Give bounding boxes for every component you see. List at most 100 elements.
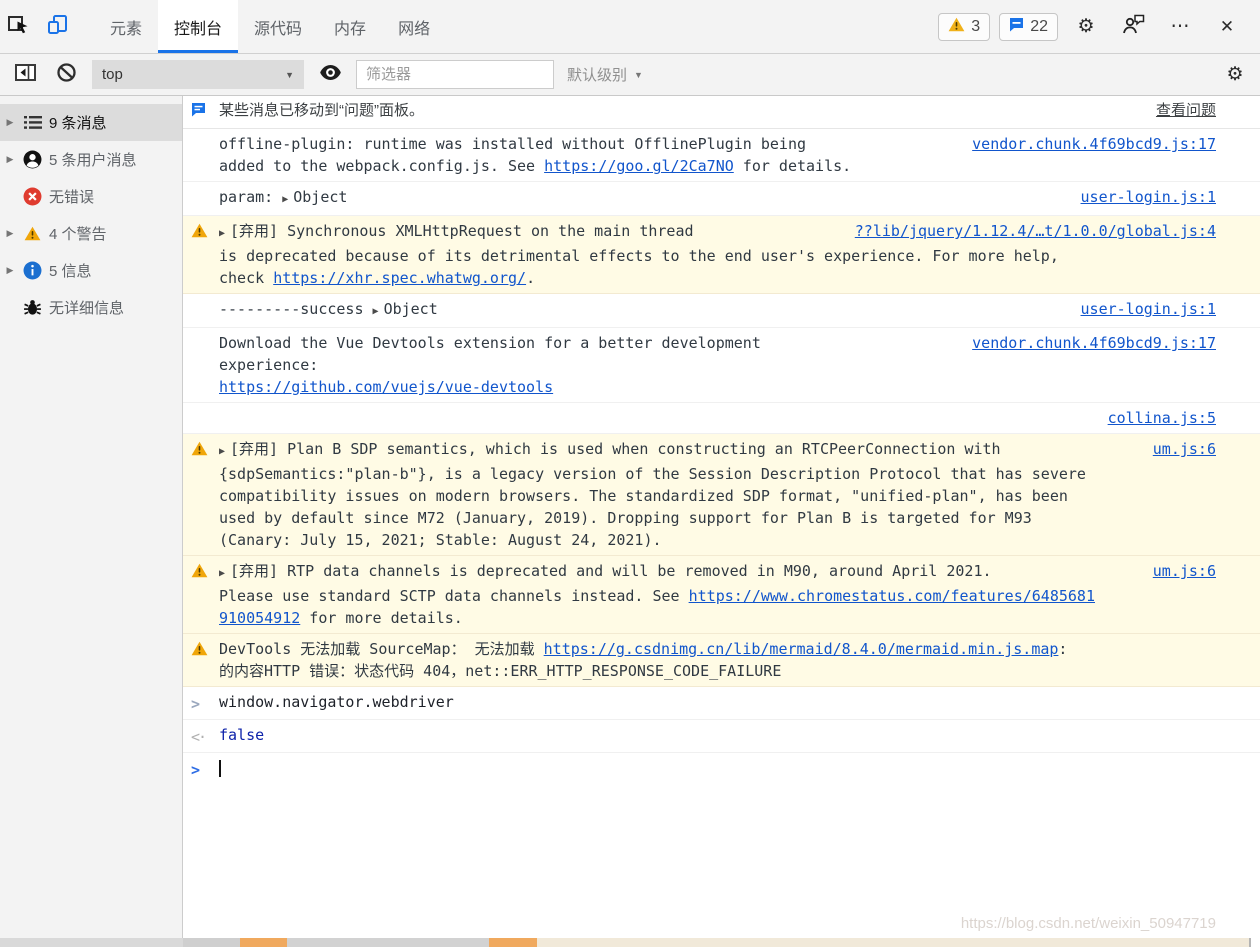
more-options-button[interactable]: ⋯ bbox=[1161, 15, 1199, 38]
console-settings-button[interactable]: ⚙ bbox=[1220, 63, 1250, 86]
tab-网络[interactable]: 网络 bbox=[382, 0, 446, 53]
inspect-element-button[interactable] bbox=[0, 0, 38, 53]
live-expression-button[interactable] bbox=[315, 64, 345, 86]
console-prompt-input[interactable] bbox=[219, 757, 1216, 779]
sidebar-item[interactable]: ▶5 信息 bbox=[0, 252, 182, 289]
warnings-badge[interactable]: 3 bbox=[938, 13, 990, 41]
device-toolbar-button[interactable] bbox=[38, 0, 76, 53]
strip-segment bbox=[183, 938, 240, 947]
source-link[interactable]: user-login.js:1 bbox=[1081, 186, 1216, 208]
inline-link[interactable]: https://g.csdnimg.cn/lib/mermaid/8.4.0/m… bbox=[544, 640, 1059, 658]
console-message-log: user-login.js:1param: ▶Object bbox=[183, 182, 1260, 216]
context-selector[interactable]: top ▼ bbox=[92, 60, 304, 89]
warning-icon bbox=[191, 638, 219, 662]
log-level-selector[interactable]: 默认级别 ▼ bbox=[567, 64, 643, 85]
inspect-cursor-icon bbox=[8, 13, 31, 41]
list-icon bbox=[23, 113, 42, 132]
message-text: {sdpSemantics:"plan-b"}, is a legacy ver… bbox=[219, 465, 1086, 483]
message-text: [弃用] RTP data channels is deprecated and… bbox=[230, 562, 992, 580]
source-link[interactable]: vendor.chunk.4f69bcd9.js:17 bbox=[972, 332, 1216, 354]
sidebar-item[interactable]: 无错误 bbox=[0, 178, 182, 215]
expand-caret-icon[interactable]: ▶ bbox=[219, 446, 225, 457]
inline-link[interactable]: https://www.chromestatus.com/features/64… bbox=[689, 587, 1095, 605]
message-body: um.js:6 ▶ [弃用] RTP data channels is deprec… bbox=[219, 560, 1216, 629]
console-message-warning: ??lib/jquery/1.12.4/…t/1.0.0/global.js:4… bbox=[183, 216, 1260, 294]
tabbar-right-controls: 3 22 ⚙ ⋯ ✕ bbox=[938, 0, 1260, 53]
warning-icon bbox=[948, 17, 965, 37]
message-text: for details. bbox=[734, 157, 851, 175]
messages-count: 22 bbox=[1030, 18, 1048, 36]
message-icon-spacer bbox=[191, 298, 219, 300]
message-text: 某些消息已移动到“问题”面板。 bbox=[219, 102, 424, 119]
sidebar-item[interactable]: ▶5 条用户消息 bbox=[0, 141, 182, 178]
console-message-infobar: 查看问题 某些消息已移动到“问题”面板。 bbox=[183, 96, 1260, 129]
tab-strip: 元素控制台源代码内存网络 bbox=[94, 0, 446, 53]
feedback-button[interactable] bbox=[1114, 13, 1152, 40]
inline-link[interactable]: https://xhr.spec.whatwg.org/ bbox=[273, 269, 526, 287]
source-link[interactable]: user-login.js:1 bbox=[1081, 298, 1216, 320]
console-message-log: user-login.js:1---------success ▶Object bbox=[183, 294, 1260, 328]
devtools-window: 元素控制台源代码内存网络 3 22 ⚙ ⋯ ✕ top ▼ bbox=[0, 0, 1260, 947]
filter-input[interactable] bbox=[356, 60, 554, 89]
console-messages: 查看问题 某些消息已移动到“问题”面板。 vendor.chunk.4f69bcd9… bbox=[183, 96, 1260, 940]
message-text: 的内容HTTP 错误：状态代码 404，net::ERR_HTTP_RESPON… bbox=[219, 662, 781, 680]
result-value: false bbox=[219, 726, 264, 744]
source-link[interactable]: um.js:6 bbox=[1153, 438, 1216, 460]
console-sidebar-toggle[interactable] bbox=[10, 63, 40, 87]
source-link[interactable]: collina.js:5 bbox=[1108, 407, 1216, 429]
source-link[interactable]: um.js:6 bbox=[1153, 560, 1216, 582]
tab-控制台[interactable]: 控制台 bbox=[158, 0, 238, 53]
expand-caret-icon[interactable]: ▶ bbox=[4, 154, 16, 165]
tab-元素[interactable]: 元素 bbox=[94, 0, 158, 53]
message-body: ??lib/jquery/1.12.4/…t/1.0.0/global.js:4… bbox=[219, 220, 1216, 289]
tab-源代码[interactable]: 源代码 bbox=[238, 0, 318, 53]
log-level-value: 默认级别 bbox=[567, 64, 627, 85]
sidebar-item[interactable]: ▶ 4 个警告 bbox=[0, 215, 182, 252]
console-message-result: <·false bbox=[183, 720, 1260, 753]
strip-segment bbox=[1251, 938, 1260, 947]
inline-link[interactable]: 910054912 bbox=[219, 609, 300, 627]
message-icon-spacer bbox=[191, 332, 219, 334]
message-text: added to the webpack.config.js. See bbox=[219, 157, 544, 175]
settings-gear-button[interactable]: ⚙ bbox=[1067, 15, 1105, 38]
sidebar-item-label: 9 条消息 bbox=[49, 112, 107, 133]
sidebar-item-label: 4 个警告 bbox=[49, 223, 107, 244]
text-cursor[interactable] bbox=[219, 760, 221, 777]
message-text: compatibility issues on modern browsers.… bbox=[219, 487, 1068, 505]
message-body: vendor.chunk.4f69bcd9.js:17offline-plugi… bbox=[219, 133, 1216, 177]
sidebar-item[interactable]: ▶ 9 条消息 bbox=[0, 104, 182, 141]
sidebar-item[interactable]: 无详细信息 bbox=[0, 289, 182, 326]
eye-icon bbox=[319, 64, 342, 86]
expand-caret-icon[interactable]: ▶ bbox=[373, 306, 379, 317]
message-text: . bbox=[526, 269, 535, 287]
info-icon bbox=[23, 261, 42, 280]
sidebar-item-label: 无错误 bbox=[49, 186, 94, 207]
inline-link[interactable]: https://github.com/vuejs/vue-devtools bbox=[219, 378, 553, 396]
source-link[interactable]: vendor.chunk.4f69bcd9.js:17 bbox=[972, 133, 1216, 155]
tab-内存[interactable]: 内存 bbox=[318, 0, 382, 53]
message-text: Please use standard SCTP data channels i… bbox=[219, 587, 689, 605]
page-bottom-strip bbox=[0, 938, 1260, 947]
command-chevron-icon: > bbox=[191, 691, 219, 715]
inline-link[interactable]: https://goo.gl/2Ca7NO bbox=[544, 157, 734, 175]
expand-caret-icon[interactable]: ▶ bbox=[4, 265, 16, 276]
expand-caret-icon[interactable]: ▶ bbox=[282, 194, 288, 205]
message-text: experience: bbox=[219, 356, 318, 374]
strip-segment bbox=[0, 938, 183, 947]
block-clear-icon bbox=[56, 62, 77, 88]
warning-icon bbox=[191, 560, 219, 584]
console-message-warning: um.js:6 ▶ [弃用] RTP data channels is deprec… bbox=[183, 556, 1260, 634]
source-link[interactable]: ??lib/jquery/1.12.4/…t/1.0.0/global.js:4 bbox=[855, 220, 1216, 242]
close-devtools-button[interactable]: ✕ bbox=[1208, 17, 1246, 37]
messages-badge[interactable]: 22 bbox=[999, 13, 1058, 41]
expand-caret-icon[interactable]: ▶ bbox=[219, 568, 225, 579]
strip-segment bbox=[489, 938, 537, 947]
expand-caret-icon[interactable]: ▶ bbox=[219, 228, 225, 239]
expand-caret-icon[interactable]: ▶ bbox=[4, 228, 16, 239]
command-text: window.navigator.webdriver bbox=[219, 693, 454, 711]
message-text: [弃用] Synchronous XMLHttpRequest on the m… bbox=[230, 222, 693, 240]
view-issues-link[interactable]: 查看问题 bbox=[1156, 100, 1216, 122]
expand-caret-icon[interactable]: ▶ bbox=[4, 117, 16, 128]
clear-console-button[interactable] bbox=[51, 62, 81, 88]
message-text: for more details. bbox=[300, 609, 463, 627]
